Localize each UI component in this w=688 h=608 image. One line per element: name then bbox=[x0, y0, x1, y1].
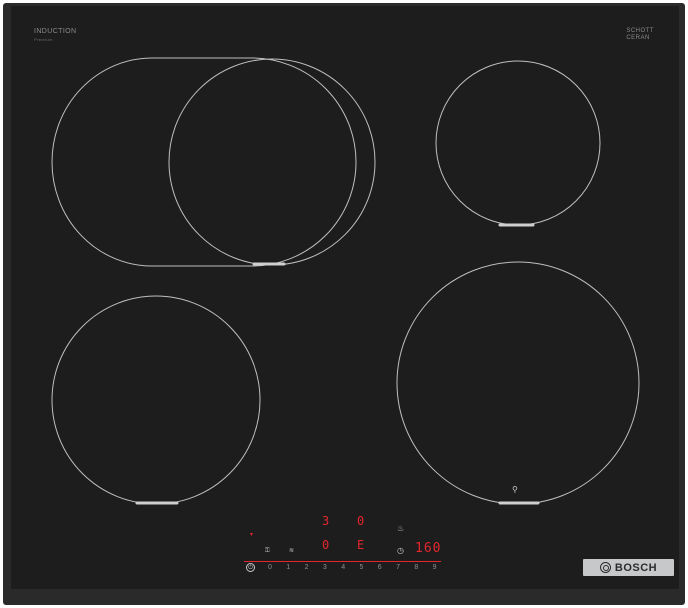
timer-icon[interactable]: ◷ bbox=[397, 547, 404, 555]
hotplate-select-icon[interactable]: ▾ bbox=[250, 531, 253, 539]
power-slider-track[interactable] bbox=[244, 561, 441, 562]
rear-right-display: 0 bbox=[357, 514, 366, 528]
power-icon[interactable]: ⏻ bbox=[246, 563, 255, 572]
power-level-8[interactable]: 8 bbox=[414, 563, 432, 573]
power-level-1[interactable]: 1 bbox=[286, 563, 304, 573]
power-scale[interactable]: 0 1 2 3 4 5 6 7 8 9 bbox=[268, 563, 451, 573]
front-right-zone bbox=[396, 261, 640, 505]
power-level-0[interactable]: 0 bbox=[268, 563, 286, 573]
brand-name: BOSCH bbox=[614, 561, 658, 574]
power-level-2[interactable]: 2 bbox=[305, 563, 323, 573]
power-level-3[interactable]: 3 bbox=[323, 563, 341, 573]
power-level-6[interactable]: 6 bbox=[378, 563, 396, 573]
power-level-4[interactable]: 4 bbox=[341, 563, 359, 573]
front-right-display: E bbox=[357, 538, 366, 552]
wipe-icon[interactable]: ≋ bbox=[289, 547, 294, 555]
rear-left-display: 3 bbox=[322, 514, 331, 528]
lock-icon[interactable]: ⚿ bbox=[265, 547, 270, 555]
bosch-logo-icon bbox=[599, 562, 611, 573]
rear-left-zone bbox=[168, 58, 376, 266]
power-level-5[interactable]: 5 bbox=[359, 563, 377, 573]
power-level-7[interactable]: 7 bbox=[396, 563, 414, 573]
flex-zone-outline bbox=[51, 57, 357, 267]
power-level-9[interactable]: 9 bbox=[433, 563, 451, 573]
front-left-display: 0 bbox=[322, 538, 331, 552]
timer-display: 160 bbox=[415, 541, 442, 556]
brand-badge: BOSCH bbox=[583, 559, 674, 576]
pan-sensor-icon[interactable]: ♨ bbox=[397, 525, 404, 533]
front-left-zone bbox=[51, 295, 261, 505]
cooking-zones bbox=[51, 57, 640, 505]
pan-icon: ⚲ bbox=[512, 485, 518, 494]
rear-right-zone bbox=[435, 60, 601, 226]
